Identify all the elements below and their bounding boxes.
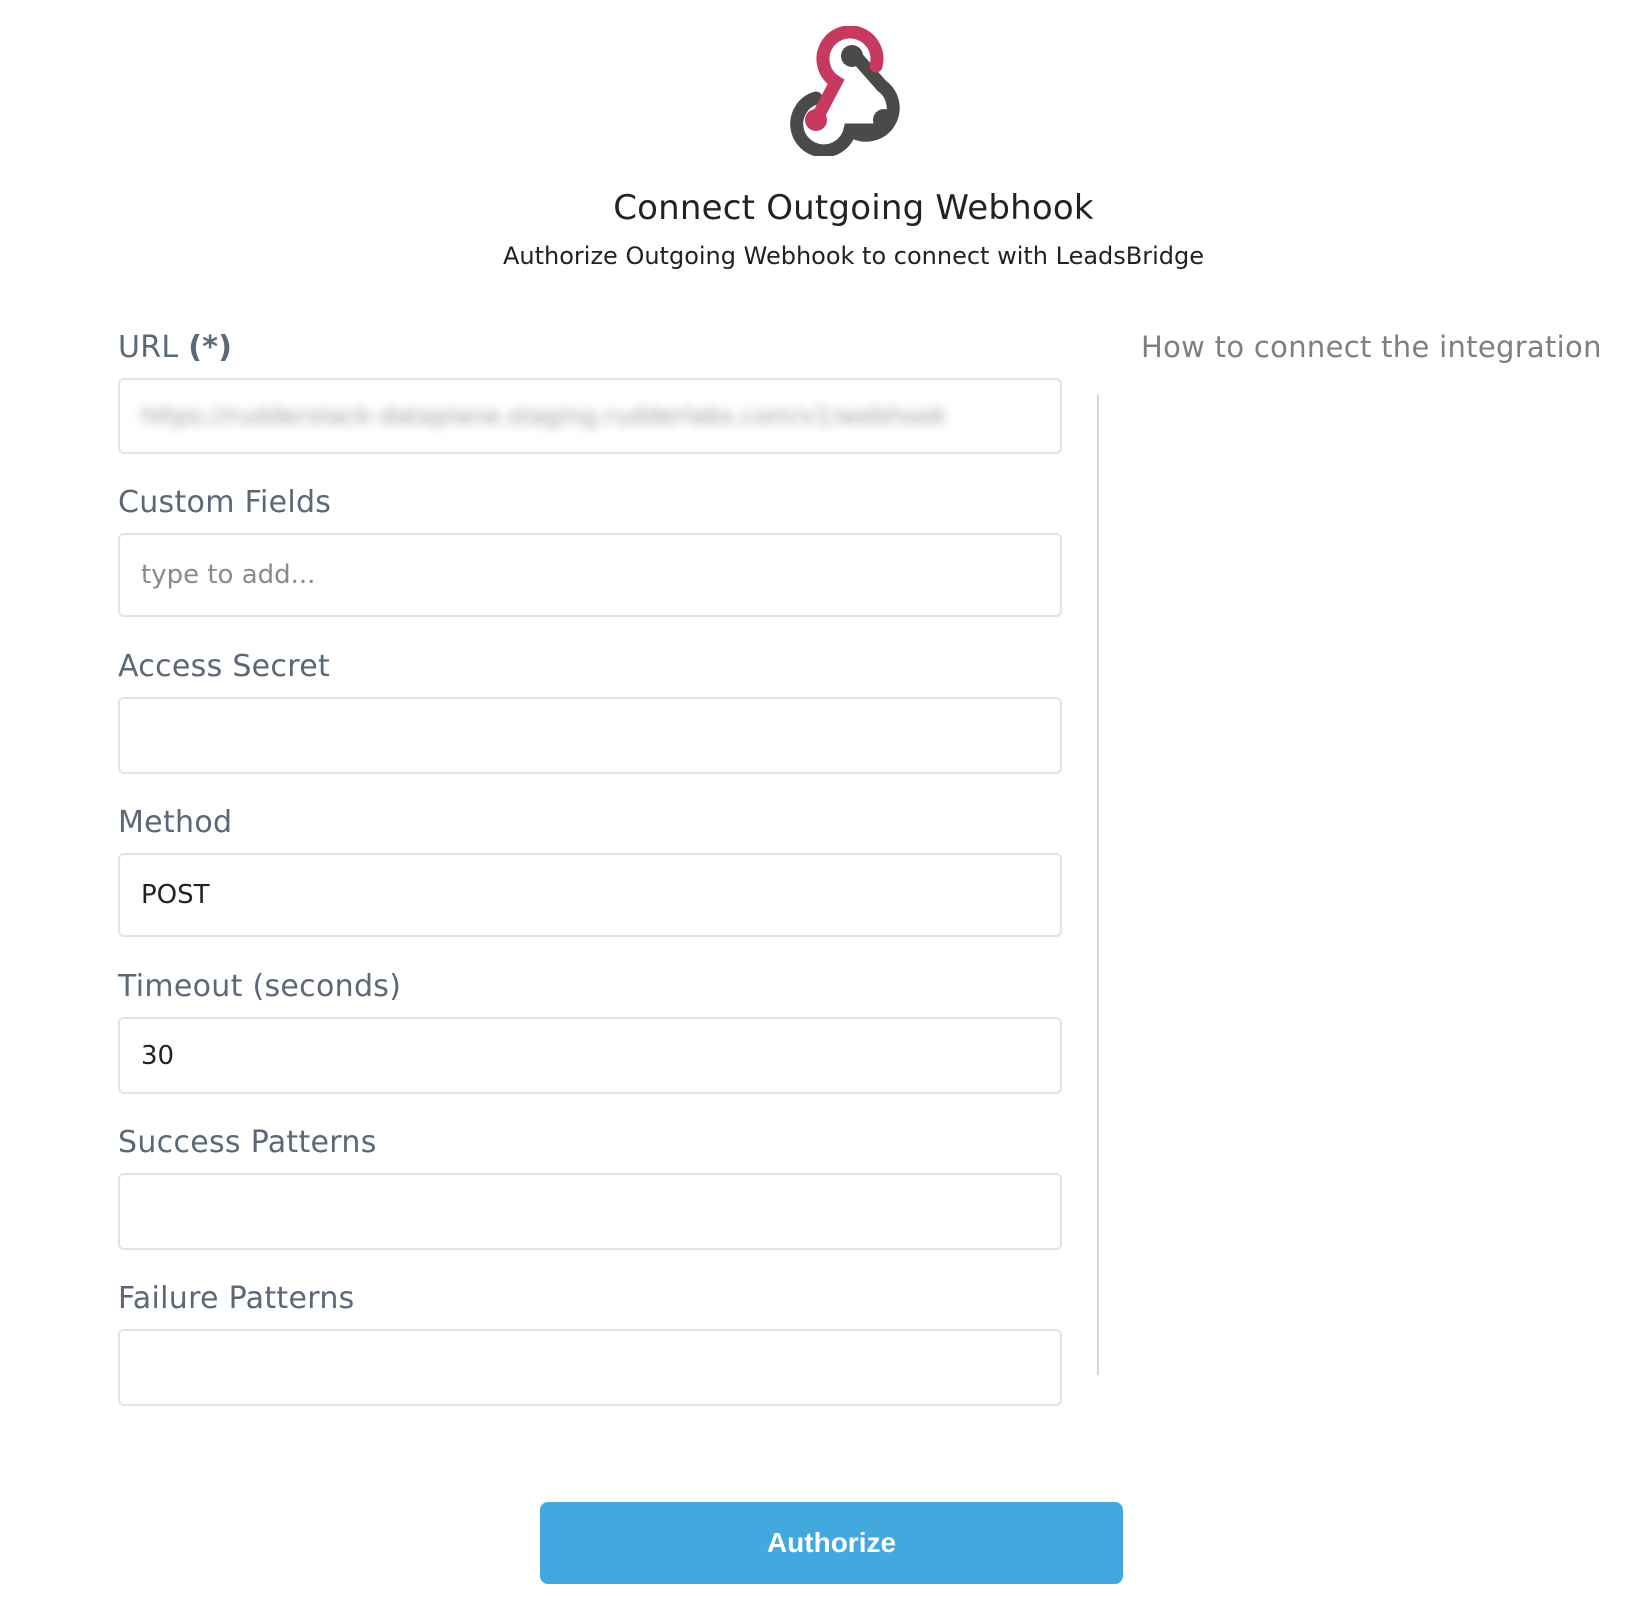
success-patterns-input[interactable] [118, 1173, 1062, 1250]
vertical-divider [1097, 395, 1099, 1375]
url-input[interactable]: https://rudderstack-dataplane.staging.ru… [118, 378, 1062, 454]
url-label: URL (*) [118, 330, 232, 365]
failure-patterns-input[interactable] [118, 1329, 1062, 1406]
required-marker: (*) [188, 330, 233, 365]
connect-webhook-page: Connect Outgoing Webhook Authorize Outgo… [0, 0, 1631, 1610]
url-label-text: URL [118, 330, 179, 365]
page-title: Connect Outgoing Webhook [613, 188, 1094, 228]
page-subtitle: Authorize Outgoing Webhook to connect wi… [502, 242, 1205, 270]
failure-patterns-label: Failure Patterns [118, 1281, 355, 1316]
webhook-icon [790, 26, 900, 156]
url-input-value: https://rudderstack-dataplane.staging.ru… [141, 402, 947, 430]
timeout-label: Timeout (seconds) [118, 969, 402, 1004]
method-value: POST [141, 880, 210, 910]
method-input[interactable]: POST [118, 853, 1062, 937]
access-secret-input[interactable] [118, 697, 1062, 774]
success-patterns-label: Success Patterns [118, 1125, 377, 1160]
how-to-connect-link[interactable]: How to connect the integration [1141, 330, 1602, 364]
method-label: Method [118, 805, 233, 840]
timeout-value: 30 [141, 1040, 175, 1071]
access-secret-label: Access Secret [118, 649, 331, 684]
authorize-button[interactable]: Authorize [540, 1502, 1123, 1584]
custom-fields-input[interactable]: type to add... [118, 533, 1062, 617]
timeout-input[interactable]: 30 [118, 1017, 1062, 1094]
custom-fields-placeholder: type to add... [141, 560, 316, 590]
custom-fields-label: Custom Fields [118, 485, 332, 520]
